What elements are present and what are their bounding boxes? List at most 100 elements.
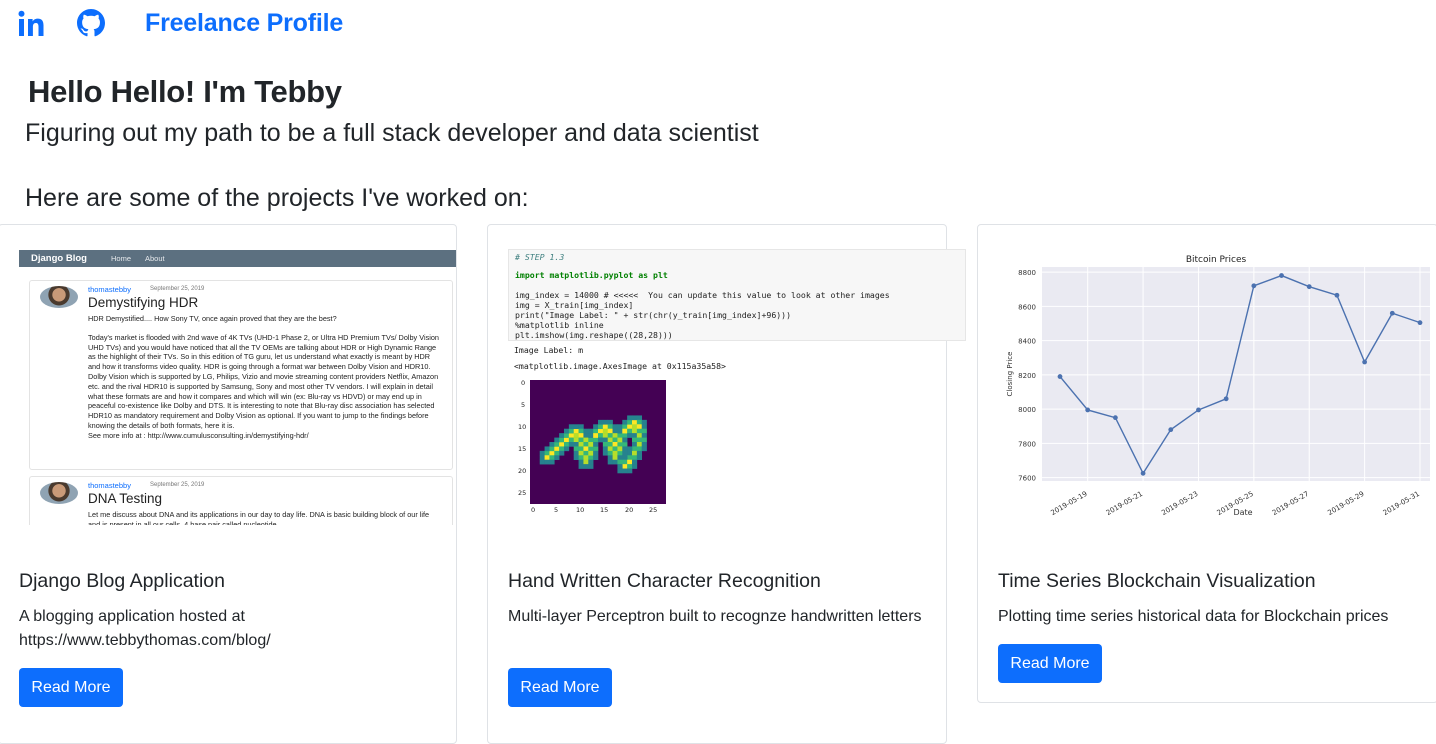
- read-more-button[interactable]: Read More: [19, 668, 123, 707]
- freelance-profile-link[interactable]: Freelance Profile: [145, 9, 343, 38]
- blog-post: thomastebby September 25, 2019 DNA Testi…: [29, 476, 453, 525]
- pixel-cell: [617, 446, 623, 452]
- pixel-cell: [588, 428, 594, 434]
- pixel-cell: [622, 455, 628, 461]
- blog-nav-about: About: [145, 254, 165, 263]
- pixel-cell: [568, 442, 575, 447]
- pixel-cell: [612, 437, 618, 443]
- pixel-cell: [612, 459, 618, 465]
- pixel-cell: [632, 419, 638, 425]
- avatar: [40, 286, 78, 308]
- card-text: Plotting time series historical data for…: [998, 608, 1389, 625]
- bitcoin-price-chart: Bitcoin Prices 7600 7800 8000 8200 8400 8600 88…: [1006, 255, 1430, 517]
- pixel-cell: [602, 450, 609, 456]
- pixel-cell: [602, 424, 609, 430]
- pixel-cell: [632, 446, 638, 452]
- pixel-cell: [544, 455, 550, 461]
- pixel-cell: [598, 433, 604, 438]
- code-line: %matplotlib inline: [515, 320, 604, 330]
- post-author: thomastebby: [88, 481, 131, 490]
- pixel-cell: [549, 442, 555, 447]
- y-tick-label: 8000: [1018, 406, 1036, 414]
- pixel-cell: [583, 459, 589, 465]
- pixel-cell: [612, 450, 618, 456]
- pixel-cell: [539, 455, 545, 461]
- pixel-cell: [607, 433, 613, 438]
- pixel-cell: [636, 424, 643, 430]
- pixel-cell: [617, 433, 623, 438]
- pixel-cell: [583, 437, 589, 443]
- pixel-cell: [632, 428, 638, 434]
- pixel-cell: [539, 450, 545, 456]
- pixel-cell: [559, 442, 565, 447]
- pixel-cell: [627, 459, 633, 465]
- pixel-cell: [627, 446, 633, 452]
- pixel-cell: [641, 419, 647, 425]
- pixel-cell: [612, 446, 618, 452]
- pixel-cell: [602, 446, 609, 452]
- pixel-cell: [617, 464, 623, 469]
- pixel-cell: [588, 433, 594, 438]
- pixel-cell: [559, 433, 565, 438]
- pixel-cell: [622, 446, 628, 452]
- data-point: [1196, 407, 1201, 413]
- code-cell: # STEP 1.3 import matplotlib.pyplot as p…: [508, 249, 966, 341]
- card-title: Time Series Blockchain Visualization: [998, 570, 1316, 592]
- pixel-cell: [636, 455, 643, 461]
- pixel-cell: [559, 437, 565, 443]
- pixel-cell: [622, 450, 628, 456]
- pixel-cell: [593, 442, 599, 447]
- linkedin-link[interactable]: [18, 10, 46, 38]
- pixel-cell: [627, 419, 633, 425]
- data-point: [1334, 292, 1340, 298]
- pixel-cell: [607, 428, 613, 434]
- y-tick: 25: [518, 489, 527, 497]
- pixel-cell: [627, 415, 633, 421]
- read-more-button[interactable]: Read More: [508, 668, 612, 707]
- x-tick-label: 2019-05-27: [1271, 490, 1310, 517]
- y-tick: 0: [521, 379, 526, 387]
- projects-heading: Here are some of the projects I've worke…: [25, 184, 529, 212]
- pixel-cell: [617, 437, 623, 443]
- read-more-button[interactable]: Read More: [998, 644, 1102, 683]
- blog-post: thomastebby September 25, 2019 Demystify…: [29, 280, 453, 470]
- pixel-cell: [636, 433, 643, 438]
- pixel-cell: [627, 428, 633, 434]
- pixel-cell: [549, 459, 555, 465]
- pixel-cell: [632, 437, 638, 443]
- data-point: [1223, 396, 1229, 402]
- pixel-cell: [602, 419, 609, 425]
- avatar: [40, 482, 78, 504]
- pixel-cell: [641, 446, 647, 452]
- linkedin-icon: [18, 10, 44, 36]
- x-tick: 25: [649, 506, 658, 514]
- pixel-cell: [612, 433, 618, 438]
- pixel-cell: [632, 450, 638, 456]
- page-subtitle: Figuring out my path to be a full stack …: [25, 119, 759, 147]
- pixel-cell: [632, 415, 638, 421]
- pixel-cell: [622, 464, 628, 469]
- post-date: September 25, 2019: [150, 286, 205, 292]
- pixel-cell: [622, 459, 628, 465]
- pixel-cell: [578, 450, 584, 456]
- code-line: print("Image Label: " + str(chr(y_train[…: [515, 310, 792, 320]
- pixel-cell: [641, 433, 647, 438]
- blog-navbar: Django Blog Home About: [19, 250, 456, 267]
- pixel-cell: [593, 433, 599, 438]
- code-line: img_index = 14000 # <<<<< You can update…: [515, 290, 890, 300]
- pixel-cell: [641, 442, 647, 447]
- y-tick-label: 8400: [1018, 338, 1036, 346]
- data-point: [1140, 470, 1146, 476]
- top-nav: Freelance Profile: [0, 0, 1436, 50]
- pixel-cell: [568, 424, 575, 430]
- pixel-cell: [544, 450, 550, 456]
- pixel-cell: [578, 442, 584, 447]
- pixel-cell: [607, 450, 613, 456]
- pixel-cell: [607, 419, 613, 425]
- pixel-cell: [593, 450, 599, 456]
- y-tick: 15: [518, 445, 527, 453]
- pixel-cell: [602, 433, 609, 438]
- pixel-cell: [578, 455, 584, 461]
- pixel-cell: [617, 450, 623, 456]
- github-link[interactable]: [77, 9, 105, 37]
